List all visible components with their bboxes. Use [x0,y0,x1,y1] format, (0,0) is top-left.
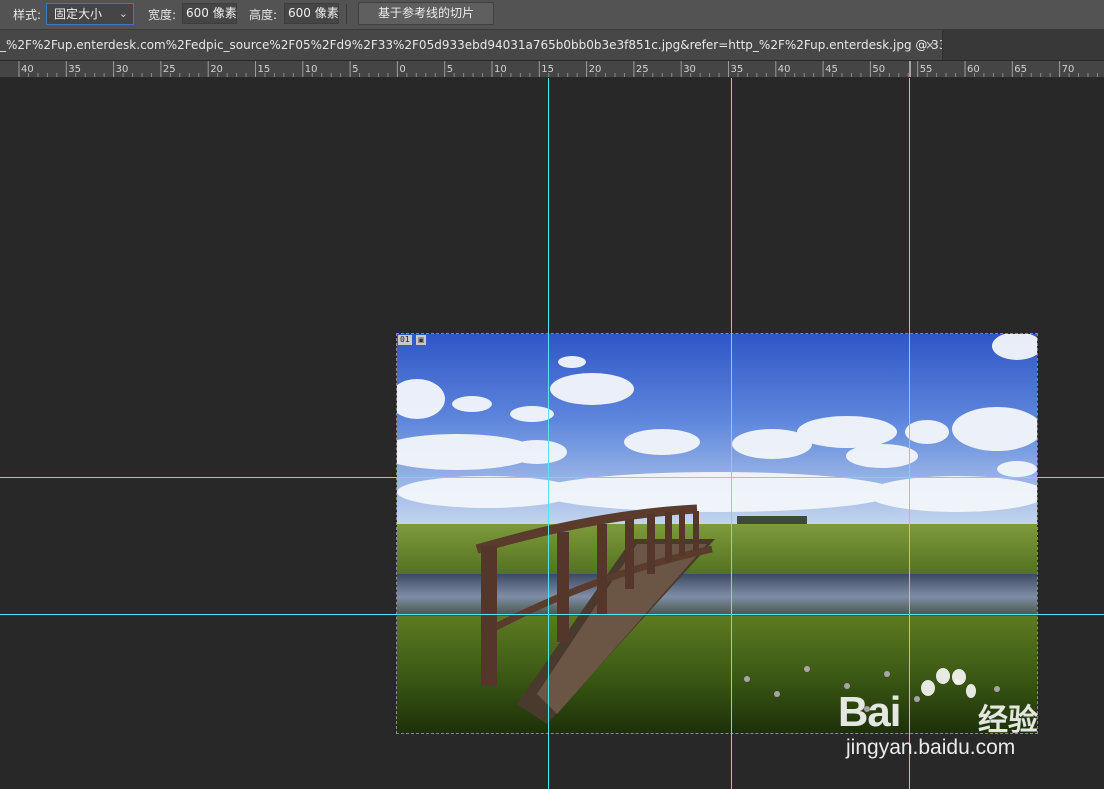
ruler-label: 15 [258,64,271,75]
slice-image-icon: ▣ [416,335,426,345]
ruler-label: 65 [1014,64,1027,75]
ruler-ticks: 40 35 30 25 20 15 10 5 0 5 10 15 20 25 30 35 40 45 50 55 60 6… [18,61,1098,77]
document-tab[interactable]: _%2F%2Fup.enterdesk.com%2Fedpic_source%2… [0,30,943,60]
height-field[interactable]: 600 像素 [284,3,339,24]
ruler-label: 20 [210,64,223,75]
ruler-label: 20 [589,64,602,75]
ruler-label: 35 [68,64,81,75]
ruler-label: 30 [116,64,129,75]
slice-number-badge: 01 [398,335,412,345]
ruler-label: 40 [778,64,791,75]
style-dropdown[interactable]: 固定大小 ⌄ [46,3,134,25]
ruler-label: 55 [920,64,933,75]
ruler-label: 45 [825,64,838,75]
slices-from-guides-button[interactable]: 基于参考线的切片 [358,2,494,25]
ruler-label: 10 [494,64,507,75]
paw-logo-icon [921,668,976,698]
ruler-label: 25 [636,64,649,75]
guide-vertical-2[interactable] [731,78,732,789]
guide-horizontal-2[interactable] [0,614,1104,615]
style-dropdown-value: 固定大小 [54,7,103,21]
guide-horizontal-1[interactable] [0,477,1104,478]
ruler-label: 50 [872,64,885,75]
width-label: 宽度: [148,8,177,22]
close-icon[interactable]: × [925,30,935,60]
tab-bar: _%2F%2Fup.enterdesk.com%2Fedpic_source%2… [0,30,1104,60]
toolbar-divider [346,4,347,24]
chevron-down-icon: ⌄ [118,7,128,20]
horizontal-ruler[interactable]: 40 35 30 25 20 15 10 5 0 5 10 15 20 25 30 35 40 45 50 55 60 6… [0,61,1104,78]
watermark-logo-text: Bai [838,688,901,735]
ruler-label: 35 [731,64,744,75]
guide-vertical-1[interactable] [548,78,549,789]
ruler-label: 5 [447,64,453,75]
ruler-label: 0 [399,64,405,75]
style-label: 样式: [13,8,42,22]
width-field[interactable]: 600 像素 [182,3,237,24]
ruler-label: 25 [163,64,176,75]
ruler-label: 5 [352,64,358,75]
document-tab-title: _%2F%2Fup.enterdesk.com%2Fedpic_source%2… [0,38,943,52]
ruler-label: 40 [21,64,34,75]
ruler-label: 70 [1062,64,1075,75]
watermark-url: jingyan.baidu.com [846,736,1016,759]
ruler-label: 15 [541,64,554,75]
height-label: 高度: [249,8,278,22]
baidu-jingyan-watermark: Bai 经验 jingyan.baidu.com [838,664,1068,764]
ruler-label: 30 [683,64,696,75]
ruler-label: 60 [967,64,980,75]
watermark-logo-cn: 经验 [978,704,1038,737]
ruler-label: 10 [305,64,318,75]
options-bar: 样式: 固定大小 ⌄ 宽度: 600 像素 高度: 600 像素 基于参考线的切… [0,0,1104,30]
